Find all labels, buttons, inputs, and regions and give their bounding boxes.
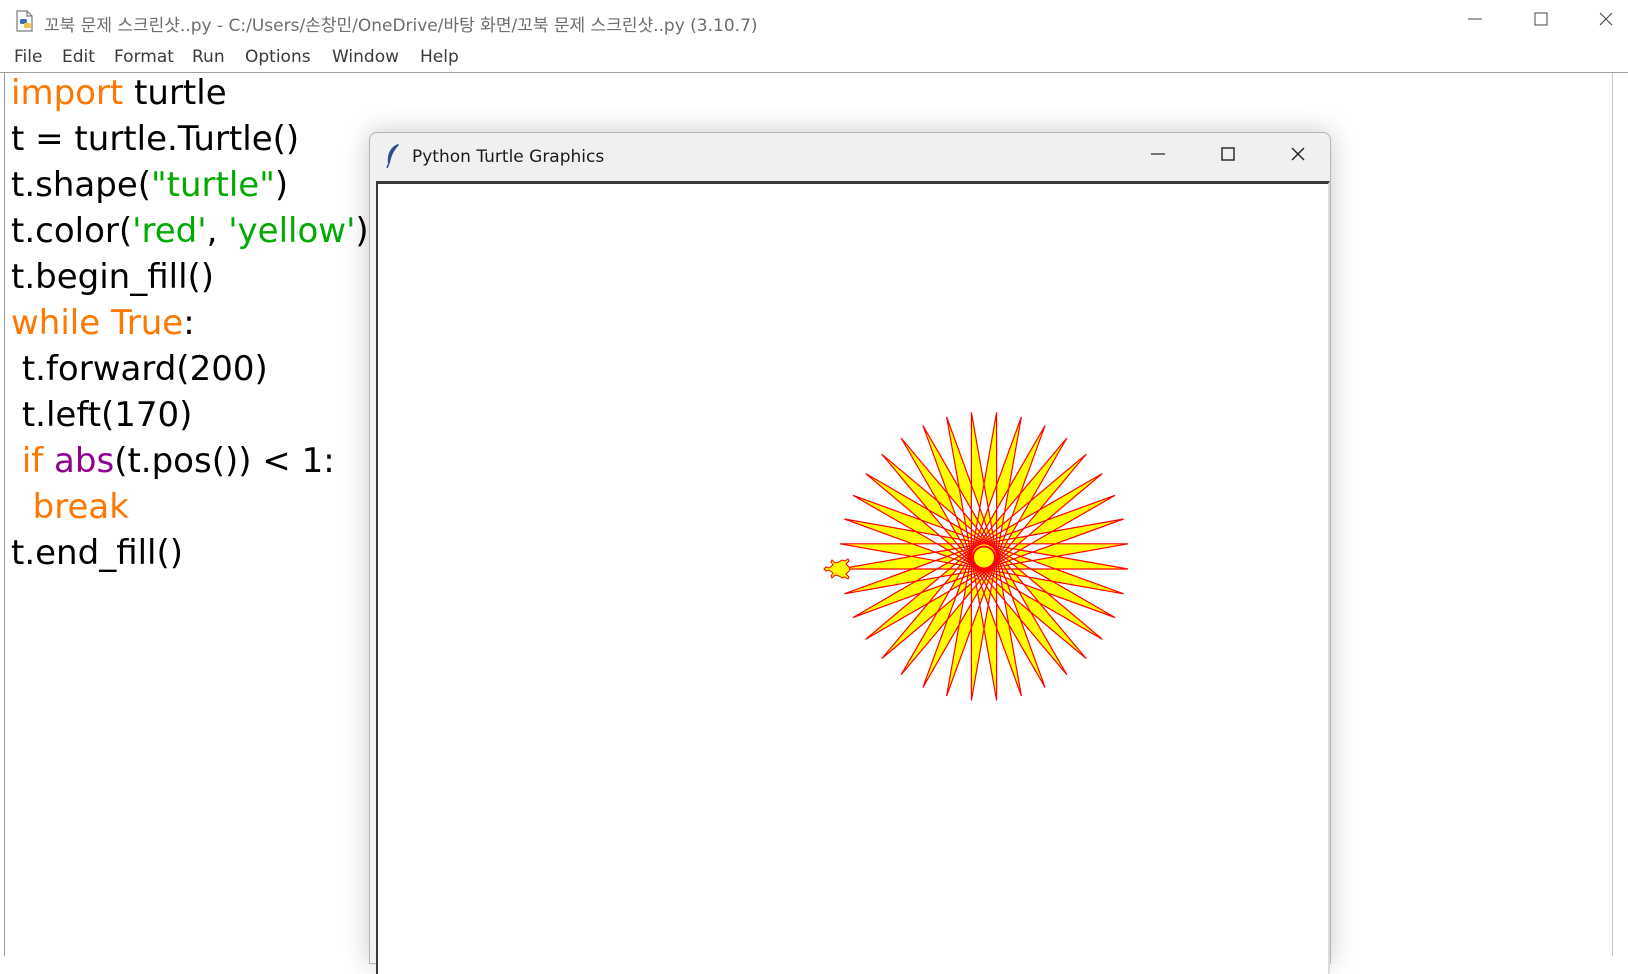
editor-menubar: File Edit Format Run Options Window Help [0,44,1628,73]
turtle-drawing [823,412,1129,701]
code-token: t.end_fill() [11,533,184,573]
code-line: if abs(t.pos()) < 1: [11,441,335,481]
minimize-icon [1150,146,1166,166]
code-line: t = turtle.Turtle() [11,119,299,159]
code-token: t = turtle.Turtle() [11,119,300,159]
code-token-kw: import [11,73,124,113]
code-line: t.begin_fill() [11,257,214,297]
turtle-cursor-icon [823,558,851,580]
menu-edit[interactable]: Edit [62,47,95,67]
code-line: while True: [11,303,195,343]
menu-help[interactable]: Help [420,47,459,67]
code-token: ) [355,211,369,251]
editor-minimize-button[interactable] [1461,8,1489,34]
menu-options[interactable]: Options [245,47,311,67]
turtle-graphics-window: Python Turtle Graphics [369,132,1331,974]
code-token: : [183,303,195,343]
code-token: , [206,211,229,251]
code-token: t.left(170) [21,395,193,435]
python-file-icon [14,10,36,32]
code-line: t.forward(200) [11,349,268,389]
code-token-bi: abs [54,441,115,481]
editor-maximize-button[interactable] [1527,8,1555,34]
code-line: t.color('red', 'yellow') [11,211,369,251]
code-line: t.end_fill() [11,533,183,573]
code-token-str: 'red' [132,211,207,251]
maximize-icon [1220,146,1236,166]
code-token: ) [274,165,289,205]
maximize-icon [1533,11,1549,31]
minimize-icon [1467,11,1483,31]
code-token: t.forward(200) [21,349,268,389]
menu-window[interactable]: Window [332,47,399,67]
star-center-dot [972,545,996,570]
turtle-window-titlebar: Python Turtle Graphics [370,133,1330,179]
turtle-minimize-button[interactable] [1143,143,1173,169]
editor-close-button[interactable] [1592,8,1620,34]
menu-run[interactable]: Run [192,47,225,67]
code-token: t.color( [11,211,133,251]
menu-file[interactable]: File [14,47,42,67]
turtle-canvas[interactable] [376,181,1330,974]
editor-titlebar: 꼬북 문제 스크린샷..py - C:/Users/손창민/OneDrive/바… [0,0,1628,42]
menu-format[interactable]: Format [114,47,174,67]
code-line: t.left(170) [11,395,193,435]
code-token-kw: while [11,303,101,343]
code-token-kw: if [21,441,44,481]
code-line: t.shape("turtle") [11,165,288,205]
code-token-str: 'yellow' [228,211,356,251]
editor-window-title: 꼬북 문제 스크린샷..py - C:/Users/손창민/OneDrive/바… [44,16,758,36]
turtle-close-button[interactable] [1283,143,1313,169]
code-token: turtle [123,73,227,113]
turtle-window-title: Python Turtle Graphics [412,147,605,167]
code-line: import turtle [11,73,227,113]
code-line: break [11,487,129,527]
code-token-kw: True [110,303,184,343]
code-token: (t.pos()) < 1: [114,441,335,481]
close-icon [1598,11,1614,31]
code-token-kw: break [32,487,129,527]
close-icon [1290,146,1306,166]
code-token: t.shape( [11,165,152,205]
editor-vertical-scrollbar[interactable] [1612,73,1628,956]
feather-icon [384,143,402,169]
code-token: t.begin_fill() [11,257,215,297]
code-token-str: "turtle" [151,165,275,205]
turtle-maximize-button[interactable] [1213,143,1243,169]
